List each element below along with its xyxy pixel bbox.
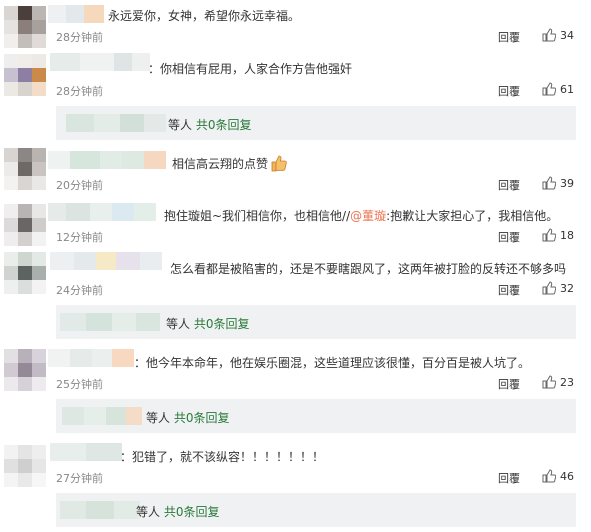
thumbs-up-icon — [542, 469, 557, 483]
thumbs-up-icon — [542, 82, 557, 96]
sub-replies: 等人 共0条回复 — [56, 106, 576, 140]
mention-link[interactable]: @董璇 — [350, 209, 386, 223]
username-blurred[interactable] — [62, 407, 142, 425]
comment-time: 28分钟前 — [56, 31, 103, 44]
username-blurred[interactable] — [48, 349, 134, 367]
avatar[interactable] — [4, 252, 46, 294]
avatar[interactable] — [4, 148, 46, 190]
reply-button[interactable]: 回覆 — [498, 83, 520, 99]
sub-reply-link[interactable]: 共0条回复 — [164, 505, 220, 519]
sub-reply-prefix: 等人 — [166, 317, 191, 331]
sub-reply-prefix: 等人 — [136, 505, 161, 519]
thumbs-up-icon — [542, 281, 557, 295]
username-blurred[interactable] — [48, 203, 156, 221]
username-blurred[interactable] — [66, 114, 166, 132]
thumbs-up-emoji-icon — [271, 155, 287, 172]
username-blurred[interactable] — [60, 501, 140, 519]
thumbs-up-icon — [542, 28, 557, 42]
like-button[interactable]: 23 — [542, 375, 574, 389]
like-count: 61 — [560, 83, 574, 96]
comment-text: 永远爱你，女神，希望你永远幸福。 — [108, 9, 301, 23]
username-blurred[interactable] — [50, 53, 150, 71]
sub-reply-summary: 等人 共0条回复 — [168, 116, 251, 133]
reply-button[interactable]: 回覆 — [498, 29, 520, 45]
avatar[interactable] — [4, 445, 46, 487]
comment-time: 27分钟前 — [56, 472, 103, 485]
like-button[interactable]: 46 — [542, 469, 574, 483]
avatar[interactable] — [4, 204, 46, 246]
reply-button[interactable]: 回覆 — [498, 177, 520, 193]
username-blurred[interactable] — [48, 151, 166, 169]
username-blurred[interactable] — [50, 252, 162, 270]
sub-replies: 等人 共0条回复 — [56, 493, 576, 527]
sub-reply-link[interactable]: 共0条回复 — [174, 411, 230, 425]
comment-text-prefix: 抱住璇姐~我们相信你，也相信他// — [164, 209, 351, 223]
thumbs-up-icon — [542, 176, 557, 190]
sub-reply-summary: 等人 共0条回复 — [166, 315, 249, 332]
comment-time: 24分钟前 — [56, 284, 103, 297]
like-button[interactable]: 32 — [542, 281, 574, 295]
thumbs-up-icon — [542, 375, 557, 389]
sub-reply-prefix: 等人 — [168, 118, 193, 132]
reply-button[interactable]: 回覆 — [498, 376, 520, 392]
avatar[interactable] — [4, 54, 46, 96]
username-blurred[interactable] — [60, 313, 160, 331]
username-blurred[interactable] — [50, 443, 122, 461]
like-button[interactable]: 61 — [542, 82, 574, 96]
comment-text: 怎么看都是被陷害的，还是不要瞎跟风了，这两年被打脸的反转还不够多吗 — [170, 262, 567, 276]
sub-reply-prefix: 等人 — [146, 411, 171, 425]
comment-text: ：他今年本命年，他在娱乐圈混，这些道理应该很懂，百分百是被人坑了。 — [134, 356, 531, 370]
sub-replies: 等人 共0条回复 — [56, 305, 576, 339]
avatar[interactable] — [4, 349, 46, 391]
comment-text: 抱住璇姐~我们相信你，也相信他//@董璇:抱歉让大家担心了，我相信他。 — [164, 207, 558, 224]
like-button[interactable]: 34 — [542, 28, 574, 42]
sub-replies: 等人 共0条回复 — [56, 399, 576, 433]
like-count: 39 — [560, 177, 574, 190]
comment-text-body: 相信高云翔的点赞 — [172, 157, 269, 171]
reply-button[interactable]: 回覆 — [498, 470, 520, 486]
reply-button[interactable]: 回覆 — [498, 229, 520, 245]
username-blurred[interactable] — [48, 5, 104, 23]
reply-button[interactable]: 回覆 — [498, 282, 520, 298]
comment-time: 25分钟前 — [56, 378, 103, 391]
comment-text-suffix: :抱歉让大家担心了，我相信他。 — [386, 209, 559, 223]
sub-reply-summary: 等人 共0条回复 — [146, 409, 229, 426]
like-count: 23 — [560, 376, 574, 389]
sub-reply-link[interactable]: 共0条回复 — [196, 118, 252, 132]
thumbs-up-icon — [542, 228, 557, 242]
comment-time: 12分钟前 — [56, 231, 103, 244]
comment-text: ：你相信有屁用，人家合作方告他强奸 — [148, 62, 353, 76]
avatar[interactable] — [4, 6, 46, 48]
like-button[interactable]: 39 — [542, 176, 574, 190]
comment-time: 28分钟前 — [56, 85, 103, 98]
like-count: 34 — [560, 29, 574, 42]
like-count: 32 — [560, 282, 574, 295]
sub-reply-link[interactable]: 共0条回复 — [194, 317, 250, 331]
comment-text: 相信高云翔的点赞 — [172, 154, 288, 172]
comment-time: 20分钟前 — [56, 179, 103, 192]
comment-text: ：犯错了，就不该纵容！！！！！！！ — [120, 450, 325, 464]
like-button[interactable]: 18 — [542, 228, 574, 242]
like-count: 18 — [560, 229, 574, 242]
like-count: 46 — [560, 470, 574, 483]
sub-reply-summary: 等人 共0条回复 — [136, 503, 219, 520]
